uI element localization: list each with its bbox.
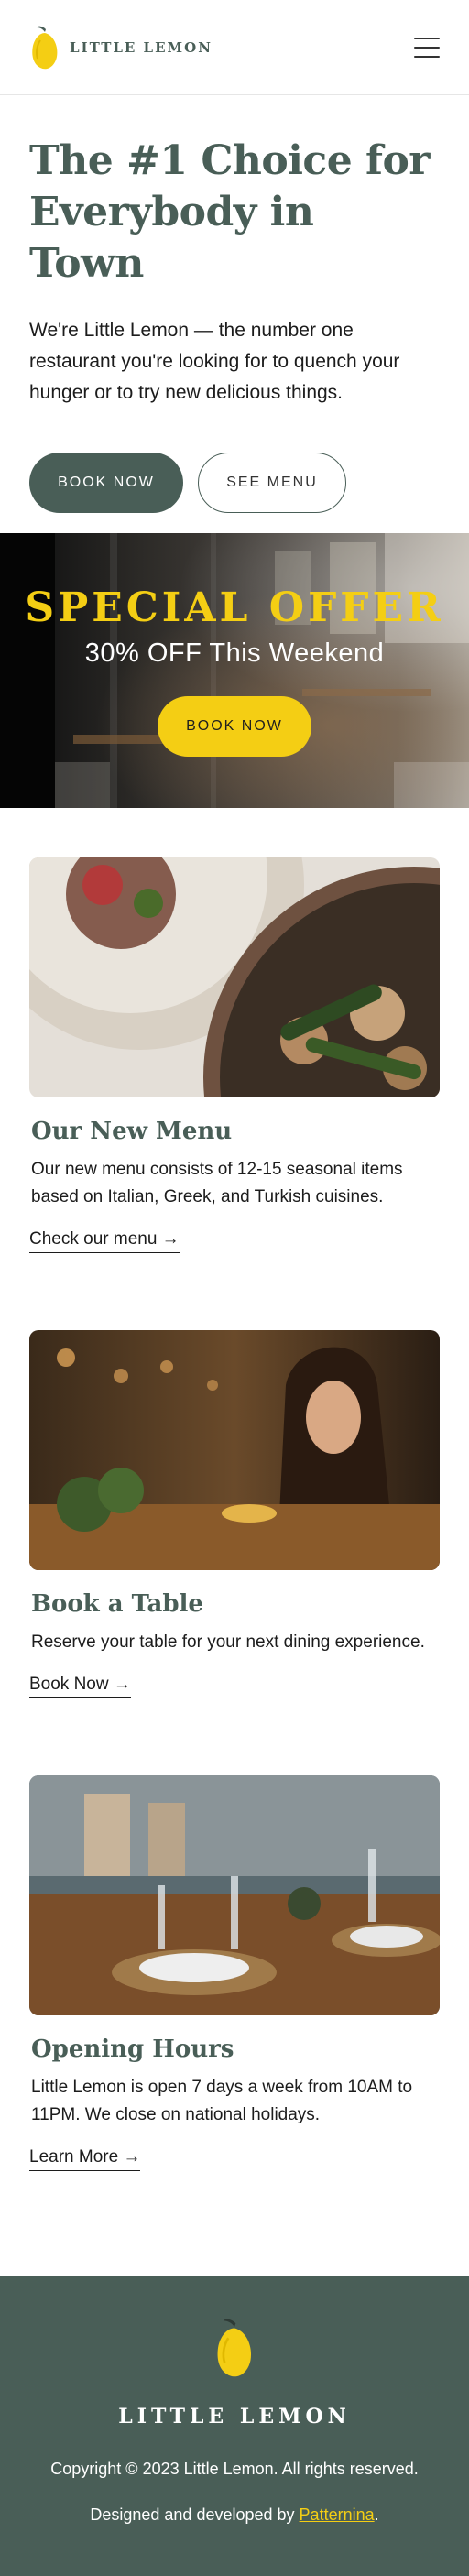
hero-buttons: BOOK NOW SEE MENU xyxy=(29,453,440,513)
brand-name: LITTLE LEMON xyxy=(70,38,213,56)
card-description: Reserve your table for your next dining … xyxy=(31,1632,425,1652)
book-now-link[interactable]: Book Now → xyxy=(29,1675,131,1698)
logo[interactable]: LITTLE LEMON xyxy=(29,24,213,71)
patternina-link[interactable]: Patternina xyxy=(300,2505,375,2524)
offer-book-now-button[interactable]: BOOK NOW xyxy=(158,696,311,757)
hero-description: We're Little Lemon — the number one rest… xyxy=(29,320,400,403)
card-description: Our new menu consists of 12-15 seasonal … xyxy=(31,1160,403,1206)
offer-subtitle: 30% OFF This Weekend xyxy=(84,639,385,668)
card-opening-hours: Opening Hours Little Lemon is open 7 day… xyxy=(29,1775,440,2171)
site-header: LITTLE LEMON xyxy=(0,0,469,95)
hero-title: The #1 Choice for Everybody in Town xyxy=(29,137,430,287)
hero-section: The #1 Choice for Everybody in Town We'r… xyxy=(0,95,469,533)
footer-brand: LITTLE LEMON xyxy=(118,2405,351,2429)
credit-prefix: Designed and developed by xyxy=(90,2505,300,2524)
offer-content: SPECIAL OFFER 30% OFF This Weekend BOOK … xyxy=(0,533,469,808)
book-now-button[interactable]: BOOK NOW xyxy=(29,453,183,513)
lemon-logo-icon xyxy=(29,24,60,71)
footer-copyright: Copyright © 2023 Little Lemon. All right… xyxy=(50,2460,419,2478)
features-section: Our New Menu Our new menu consists of 12… xyxy=(0,808,469,2171)
footer-credit: Designed and developed by Patternina. xyxy=(90,2505,378,2525)
food-plate-image xyxy=(29,857,440,1097)
woman-dining-image xyxy=(29,1330,440,1570)
lemon-footer-icon xyxy=(213,2316,256,2385)
see-menu-button[interactable]: SEE MENU xyxy=(198,453,346,513)
card-book-table: Book a Table Reserve your table for your… xyxy=(29,1330,440,1698)
learn-more-link[interactable]: Learn More → xyxy=(29,2147,141,2171)
site-footer: LITTLE LEMON Copyright © 2023 Little Lem… xyxy=(0,2276,469,2576)
card-new-menu: Our New Menu Our new menu consists of 12… xyxy=(29,857,440,1253)
table-setting-image xyxy=(29,1775,440,2015)
special-offer-banner: SPECIAL OFFER 30% OFF This Weekend BOOK … xyxy=(0,533,469,808)
credit-suffix: . xyxy=(374,2505,379,2524)
card-title: Book a Table xyxy=(31,1590,203,1618)
card-title: Opening Hours xyxy=(31,2036,234,2063)
card-title: Our New Menu xyxy=(31,1118,233,1145)
card-description: Little Lemon is open 7 days a week from … xyxy=(31,2078,413,2124)
check-menu-link[interactable]: Check our menu → xyxy=(29,1229,180,1253)
offer-title: SPECIAL OFFER xyxy=(25,584,444,631)
hamburger-menu-icon[interactable] xyxy=(414,37,440,58)
